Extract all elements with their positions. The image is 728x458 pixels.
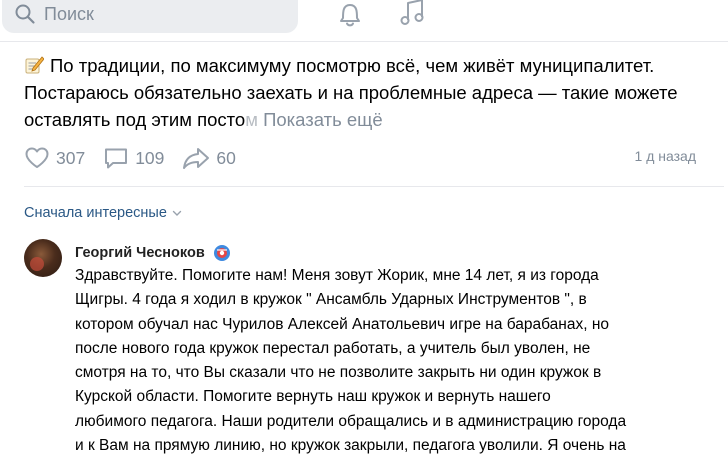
post-line-3-fade: м — [245, 109, 258, 130]
search-icon — [15, 4, 35, 24]
comments-divider — [24, 186, 724, 187]
post-line-2: Постараюсь обязательно заехать и на проб… — [24, 82, 678, 103]
post-line-3-text: оставлять под этим посто — [24, 109, 246, 130]
comment-text: Здравствуйте. Помогите нам! Меня зовут Ж… — [75, 264, 725, 458]
comment-line: Здравствуйте. Помогите нам! Меня зовут Ж… — [75, 267, 599, 284]
music-icon[interactable] — [398, 0, 428, 28]
like-count: 307 — [56, 147, 86, 168]
like-button[interactable]: 307 — [24, 146, 85, 170]
memo-icon — [25, 56, 44, 74]
search-placeholder: Поиск — [44, 4, 94, 24]
post-line-3: оставлять под этим постом Показать ещё — [24, 106, 714, 133]
post-actions: 307 109 60 1 д назад — [24, 144, 704, 172]
avatar[interactable] — [24, 239, 62, 277]
post-text: По традиции, по максимуму посмотрю всё, … — [24, 52, 714, 133]
comment-author: Георгий Чесноков — [75, 244, 231, 262]
bell-icon[interactable] — [335, 0, 365, 28]
comment-icon — [105, 148, 128, 169]
chevron-down-icon — [172, 210, 182, 216]
comment-line: смотря на то, что Вы сказали что не позв… — [75, 364, 602, 382]
comment-count: 109 — [135, 147, 165, 168]
search-input[interactable]: Поиск — [2, 0, 298, 33]
top-bar: Поиск — [0, 0, 728, 42]
comment-line: Щигры. 4 года я ходил в кружок " Ансамбл… — [75, 291, 587, 309]
post-timestamp[interactable]: 1 д назад — [635, 148, 696, 164]
repost-count: 60 — [216, 147, 236, 168]
comment-line: и к Вам на прямую линию, но кружок закры… — [75, 437, 626, 455]
comment-line: после нового года кружок перестал работа… — [75, 339, 591, 357]
avatar-detail — [30, 257, 44, 271]
post-line-1-text: По традиции, по максимуму посмотрю всё, … — [50, 55, 655, 76]
comments-sort-label: Сначала интересные — [24, 205, 167, 221]
post-line-1: По традиции, по максимуму посмотрю всё, … — [24, 52, 714, 79]
comment-line: любимого педагога. Наши родители обращал… — [75, 412, 627, 430]
author-name[interactable]: Георгий Чесноков — [75, 245, 205, 261]
show-more-link[interactable]: Показать ещё — [263, 109, 383, 130]
share-icon — [183, 148, 210, 169]
header-divider — [0, 41, 728, 42]
comments-sort-dropdown[interactable]: Сначала интересные — [24, 205, 182, 221]
comment-button[interactable]: 109 — [103, 146, 164, 170]
repost-button[interactable]: 60 — [182, 146, 236, 170]
comment-line: котором обучал нас Чурилов Алексей Анато… — [75, 315, 610, 333]
comment-line: Курской области. Помогите вернуть наш кр… — [75, 388, 551, 406]
donut-badge-icon — [213, 245, 230, 261]
heart-icon — [25, 147, 49, 168]
